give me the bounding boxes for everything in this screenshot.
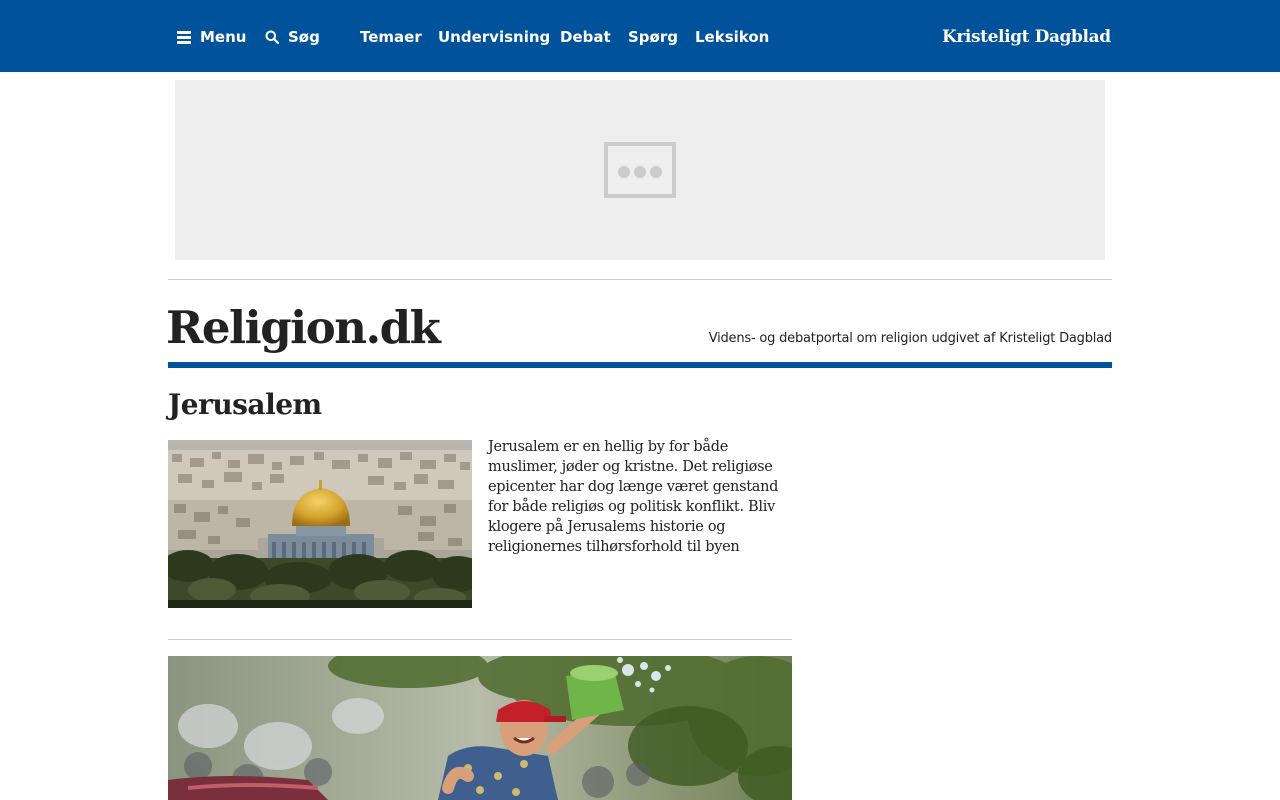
nav-link-undervisning[interactable]: Undervisning: [438, 26, 550, 48]
featured-article-photo[interactable]: [168, 656, 792, 800]
water-festival-image: [168, 656, 792, 800]
kristeligt-dagblad-logo[interactable]: Kristeligt Dagblad: [942, 24, 1111, 50]
site-logo[interactable]: Religion.dk: [166, 298, 441, 358]
menu-button[interactable]: Menu: [177, 26, 246, 48]
menu-icon: [177, 31, 191, 44]
nav-link-temaer[interactable]: Temaer: [360, 26, 422, 48]
jerusalem-cityscape-image: [168, 440, 472, 608]
site-tagline: Videns- og debatportal om religion udgiv…: [708, 331, 1113, 346]
page-title: Jerusalem: [168, 388, 322, 421]
header-accent-rule: [168, 362, 1112, 368]
section-description: Jerusalem er en hellig by for både musli…: [488, 439, 779, 555]
search-icon: [265, 30, 279, 44]
content-divider: [168, 639, 792, 640]
search-label: Søg: [288, 28, 320, 46]
menu-label: Menu: [200, 28, 247, 46]
search-button[interactable]: Søg: [265, 26, 320, 48]
nav-link-leksikon[interactable]: Leksikon: [695, 26, 769, 48]
jerusalem-photo[interactable]: [168, 440, 472, 608]
ad-placeholder-icon: [604, 142, 676, 198]
top-navigation-bar: Menu Søg Temaer Undervisning Debat Spørg…: [0, 0, 1280, 72]
header-divider: [168, 279, 1112, 280]
nav-link-sporg[interactable]: Spørg: [628, 26, 678, 48]
nav-link-debat[interactable]: Debat: [560, 26, 611, 48]
ad-placeholder: [175, 80, 1105, 260]
